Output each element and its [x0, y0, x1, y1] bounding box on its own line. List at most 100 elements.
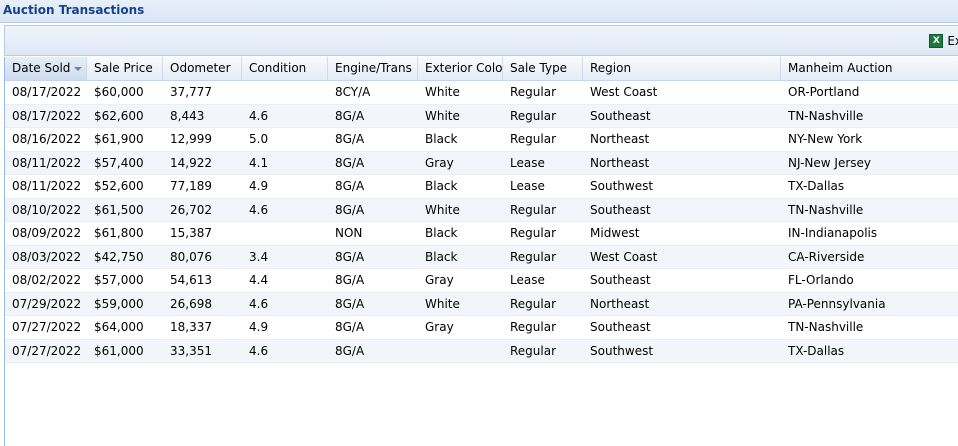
- cell-odometer: 80,076: [170, 249, 212, 264]
- cell-date-sold: 08/16/2022: [12, 132, 82, 146]
- cell-date-sold: 08/10/2022: [12, 202, 82, 217]
- cell-engine-trans: 8G/A: [335, 343, 365, 358]
- cell-manheim-auction: TN-Nashville: [788, 320, 864, 334]
- cell-sale-type: Regular: [510, 202, 557, 217]
- cell-date-sold: 07/27/2022: [12, 320, 82, 334]
- cell-sale-type: Regular: [510, 320, 557, 334]
- table-row[interactable]: 08/03/2022 $42,750 80,076 3.4 8G/A Black Regul…: [5, 245, 958, 269]
- cell-sale-type: Regular: [510, 132, 557, 146]
- grid-toolbar: X Ex: [4, 25, 958, 56]
- column-header-condition[interactable]: Condition: [242, 57, 328, 80]
- cell-sale-type: Regular: [510, 296, 557, 311]
- cell-condition: 4.9: [249, 179, 269, 193]
- excel-icon: X: [929, 34, 944, 48]
- table-row[interactable]: 08/17/2022 $60,000 37,777 8CY/A White Regular…: [5, 81, 958, 105]
- table-row[interactable]: 07/27/2022 $61,000 33,351 4.6 8G/A Regular Sou…: [5, 339, 958, 363]
- transactions-grid: Date Sold Sale Price Odometer Condition …: [4, 57, 958, 446]
- cell-sale-price: $61,900: [94, 132, 144, 146]
- cell-manheim-auction: IN-Indianapolis: [788, 226, 878, 240]
- column-header-date-sold[interactable]: Date Sold: [5, 57, 87, 80]
- table-row[interactable]: 08/10/2022 $61,500 26,702 4.6 8G/A White Regul…: [5, 198, 958, 222]
- cell-exterior-color: [418, 340, 503, 363]
- cell-manheim-auction: OR-Portland: [788, 85, 860, 99]
- cell-date-sold: 08/02/2022: [12, 273, 82, 287]
- column-header-odometer[interactable]: Odometer: [163, 57, 242, 80]
- cell-condition: [242, 81, 328, 104]
- cell-manheim-auction: CA-Riverside: [788, 249, 865, 264]
- table-row[interactable]: 07/27/2022 $64,000 18,337 4.9 8G/A Gray Regula…: [5, 316, 958, 340]
- cell-engine-trans: 8G/A: [335, 273, 365, 287]
- grid-header-row: Date Sold Sale Price Odometer Condition …: [5, 57, 958, 81]
- cell-date-sold: 08/11/2022: [12, 155, 82, 170]
- cell-condition: 4.6: [249, 296, 269, 311]
- cell-manheim-auction: TX-Dallas: [788, 179, 845, 193]
- column-header-manheim-auction[interactable]: Manheim Auction: [781, 57, 958, 80]
- cell-engine-trans: 8G/A: [335, 202, 365, 217]
- cell-sale-type: Regular: [510, 108, 557, 123]
- cell-condition: 4.4: [249, 273, 269, 287]
- cell-exterior-color: Gray: [425, 273, 454, 287]
- cell-odometer: 12,999: [170, 132, 212, 146]
- cell-engine-trans: NON: [335, 226, 363, 240]
- cell-manheim-auction: TN-Nashville: [788, 108, 864, 123]
- table-row[interactable]: 08/09/2022 $61,800 15,387 NON Black Regular Mi…: [5, 222, 958, 246]
- cell-sale-price: $61,800: [94, 226, 144, 240]
- cell-odometer: 54,613: [170, 273, 212, 287]
- cell-sale-type: Regular: [510, 85, 557, 99]
- cell-engine-trans: 8G/A: [335, 155, 365, 170]
- panel-header: Auction Transactions: [0, 0, 958, 23]
- export-excel-button[interactable]: X Ex: [929, 32, 958, 50]
- cell-exterior-color: Black: [425, 249, 458, 264]
- cell-condition: 4.6: [249, 343, 269, 358]
- cell-date-sold: 08/09/2022: [12, 226, 82, 240]
- cell-condition: 4.6: [249, 202, 269, 217]
- cell-engine-trans: 8CY/A: [335, 85, 371, 99]
- cell-sale-type: Lease: [510, 273, 545, 287]
- cell-engine-trans: 8G/A: [335, 320, 365, 334]
- cell-sale-price: $61,000: [94, 343, 144, 358]
- panel-title: Auction Transactions: [3, 3, 145, 17]
- auction-transactions-panel: Auction Transactions X Ex Date Sold Sale…: [0, 0, 958, 446]
- cell-region: Southeast: [590, 320, 651, 334]
- column-header-region[interactable]: Region: [583, 57, 781, 80]
- cell-region: Southeast: [590, 273, 651, 287]
- table-row[interactable]: 08/11/2022 $52,600 77,189 4.9 8G/A Black Lease…: [5, 175, 958, 199]
- cell-exterior-color: White: [425, 296, 460, 311]
- cell-region: West Coast: [590, 249, 658, 264]
- cell-exterior-color: White: [425, 202, 460, 217]
- cell-region: Northeast: [590, 155, 650, 170]
- cell-sale-type: Regular: [510, 226, 557, 240]
- table-row[interactable]: 08/02/2022 $57,000 54,613 4.4 8G/A Gray Lease S…: [5, 269, 958, 293]
- cell-region: Southeast: [590, 108, 651, 123]
- cell-sale-type: Regular: [510, 343, 557, 358]
- cell-sale-price: $59,000: [94, 296, 144, 311]
- column-header-engine-trans[interactable]: Engine/Trans: [328, 57, 418, 80]
- cell-exterior-color: Black: [425, 132, 458, 146]
- cell-region: Southwest: [590, 343, 654, 358]
- cell-engine-trans: 8G/A: [335, 296, 365, 311]
- table-row[interactable]: 08/16/2022 $61,900 12,999 5.0 8G/A Black Regul…: [5, 128, 958, 152]
- cell-odometer: 14,922: [170, 155, 212, 170]
- table-row[interactable]: 08/11/2022 $57,400 14,922 4.1 8G/A Gray Lease N…: [5, 151, 958, 175]
- column-header-sale-type[interactable]: Sale Type: [503, 57, 583, 80]
- cell-region: Midwest: [590, 226, 640, 240]
- cell-condition: 4.6: [249, 108, 269, 123]
- cell-odometer: 26,698: [170, 296, 212, 311]
- cell-sale-price: $64,000: [94, 320, 144, 334]
- cell-sale-price: $61,500: [94, 202, 144, 217]
- table-row[interactable]: 07/29/2022 $59,000 26,698 4.6 8G/A White Regul…: [5, 292, 958, 316]
- cell-engine-trans: 8G/A: [335, 179, 365, 193]
- table-row[interactable]: 08/17/2022 $62,600 8,443 4.6 8G/A White Regula…: [5, 104, 958, 128]
- cell-engine-trans: 8G/A: [335, 132, 365, 146]
- column-header-exterior-color[interactable]: Exterior Color: [418, 57, 503, 80]
- cell-sale-price: $57,400: [94, 155, 144, 170]
- cell-date-sold: 07/29/2022: [12, 296, 82, 311]
- cell-exterior-color: Gray: [425, 155, 454, 170]
- column-header-sale-price[interactable]: Sale Price: [87, 57, 163, 80]
- cell-engine-trans: 8G/A: [335, 108, 365, 123]
- export-label: Ex: [947, 34, 958, 48]
- cell-region: Northeast: [590, 296, 650, 311]
- cell-manheim-auction: PA-Pennsylvania: [788, 296, 886, 311]
- cell-manheim-auction: FL-Orlando: [788, 273, 854, 287]
- cell-date-sold: 07/27/2022: [12, 343, 82, 358]
